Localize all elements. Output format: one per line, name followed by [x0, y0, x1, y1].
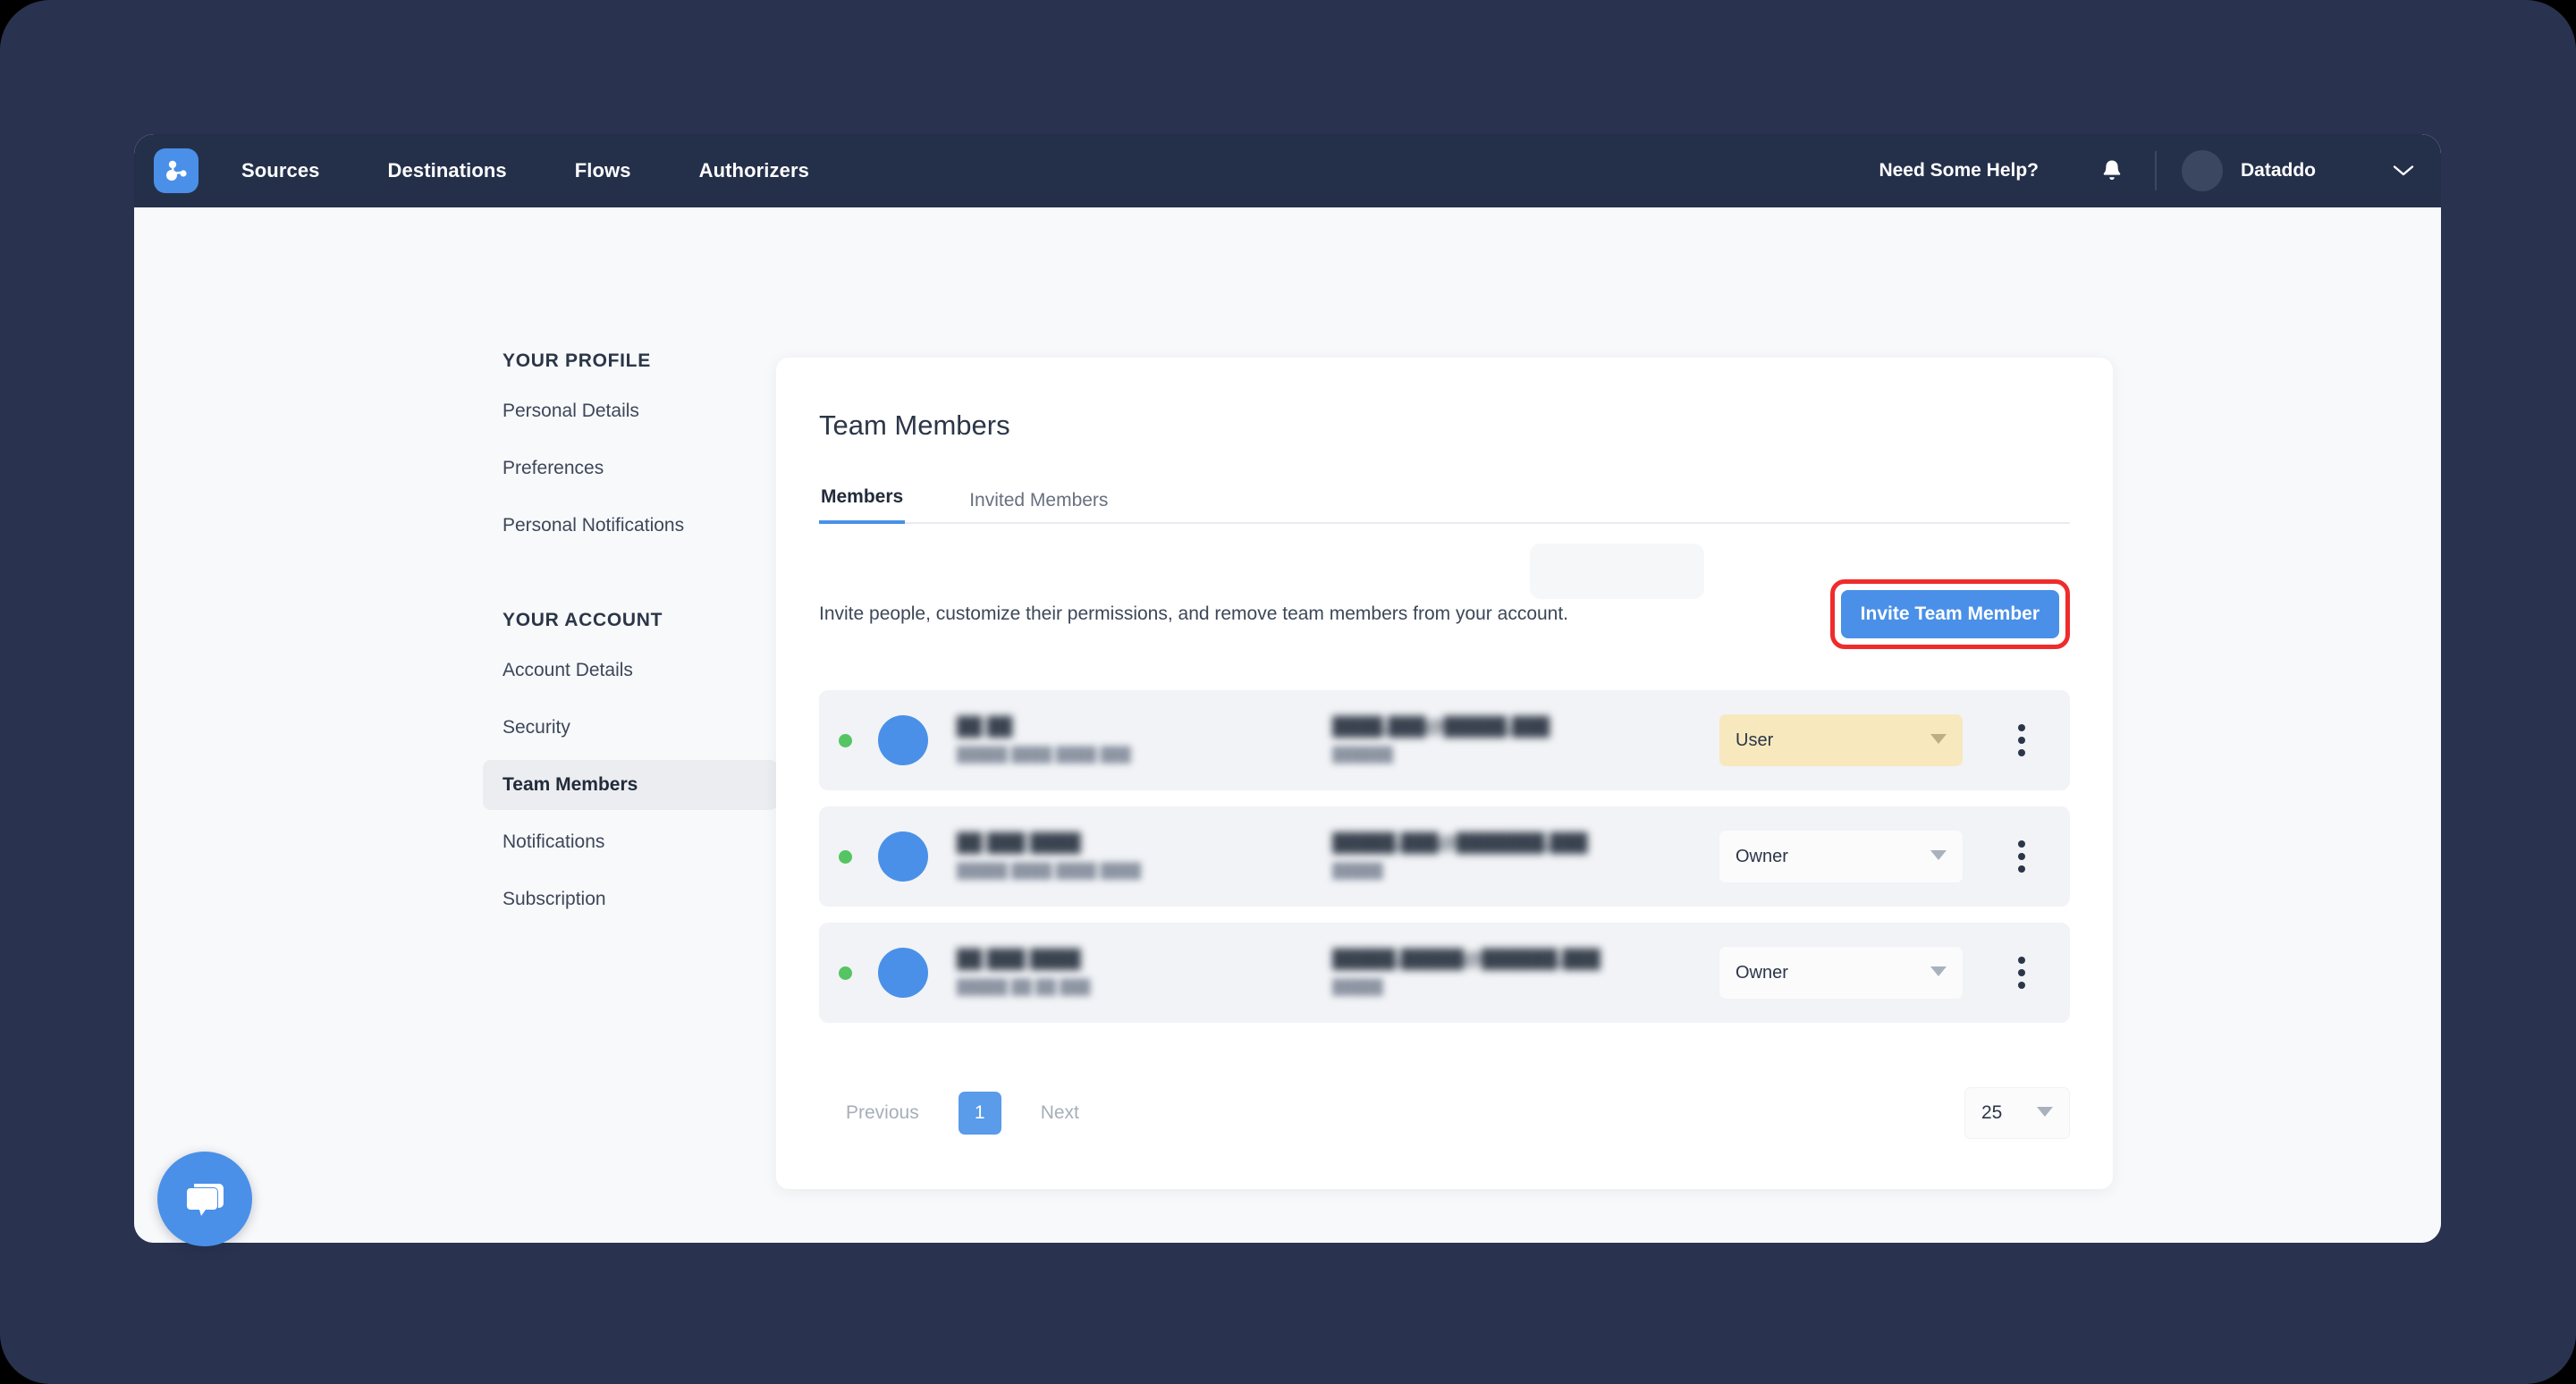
page-size-select[interactable]: 25 — [1964, 1087, 2070, 1139]
status-badge — [839, 849, 852, 864]
chevron-down-icon — [1930, 848, 1947, 865]
card-tabs: Members Invited Members — [819, 485, 2070, 524]
nav-link-authorizers[interactable]: Authorizers — [696, 159, 813, 182]
kebab-menu-icon — [2018, 840, 2025, 848]
kebab-menu-icon — [2018, 982, 2025, 989]
member-identity: ██ ██ █████ ████ ████ ███ — [957, 717, 1332, 764]
sidebar-item-team-members[interactable]: Team Members — [483, 760, 778, 810]
description-row: Invite people, customize their permissio… — [819, 544, 2070, 649]
tab-invited-members[interactable]: Invited Members — [967, 490, 1110, 524]
member-list: ██ ██ █████ ████ ████ ███ ████.███@█████… — [819, 690, 2070, 1023]
chat-bubble-icon[interactable] — [157, 1152, 252, 1246]
kebab-menu-icon — [2018, 957, 2025, 964]
sidebar-item-security[interactable]: Security — [483, 703, 778, 753]
member-contact: █████.█████@██████.███ █████ — [1332, 949, 1717, 996]
section-title-your-account: YOUR ACCOUNT — [503, 610, 663, 630]
avatar — [878, 948, 928, 998]
settings-sidebar: YOUR PROFILE Personal Details Preference… — [483, 350, 778, 932]
role-value: Owner — [1736, 846, 1788, 866]
chevron-down-icon — [1930, 732, 1947, 748]
member-contact: █████.███@███████.███ █████ — [1332, 833, 1717, 880]
member-email: █████.███@███████.███ — [1332, 833, 1588, 853]
description-text: Invite people, customize their permissio… — [819, 603, 1569, 624]
member-name: ██ ██ — [957, 717, 1013, 737]
member-identity: ██ ███ ████ █████ ██ ██ ███ — [957, 949, 1332, 996]
member-subtitle: █████ ██ ██ ███ — [957, 980, 1091, 995]
page-body: YOUR PROFILE Personal Details Preference… — [134, 207, 2441, 1243]
role-select[interactable]: Owner — [1719, 947, 1963, 999]
role-value: Owner — [1736, 962, 1788, 983]
app-window: Sources Destinations Flows Authorizers N… — [134, 134, 2441, 1243]
row-menu-button[interactable] — [1997, 715, 2047, 765]
member-email: ████.███@█████.███ — [1332, 717, 1550, 737]
top-navbar: Sources Destinations Flows Authorizers N… — [134, 134, 2441, 207]
kebab-menu-icon — [2018, 853, 2025, 860]
avatar — [2182, 150, 2223, 191]
datoddo-logo-icon[interactable] — [154, 148, 198, 193]
member-contact: ████.███@█████.███ ██████ — [1332, 717, 1717, 764]
sidebar-item-personal-notifications[interactable]: Personal Notifications — [483, 501, 778, 551]
loading-placeholder — [1530, 544, 1704, 599]
avatar — [878, 831, 928, 882]
nav-link-flows[interactable]: Flows — [571, 159, 635, 182]
role-select[interactable]: Owner — [1719, 831, 1963, 882]
bell-icon[interactable] — [2096, 153, 2128, 189]
nav-link-destinations[interactable]: Destinations — [384, 159, 511, 182]
row-menu-button[interactable] — [1997, 831, 2047, 882]
member-name: ██ ███ ████ — [957, 833, 1081, 853]
table-row[interactable]: ██ ██ █████ ████ ████ ███ ████.███@█████… — [819, 690, 2070, 790]
member-phone: █████ — [1332, 980, 1383, 995]
page-number-1[interactable]: 1 — [958, 1092, 1001, 1135]
role-value: User — [1736, 730, 1774, 750]
table-row[interactable]: ██ ███ ████ █████ ██ ██ ███ █████.█████@… — [819, 923, 2070, 1023]
kebab-menu-icon — [2018, 865, 2025, 873]
page-title: Team Members — [819, 409, 1010, 441]
row-menu-button[interactable] — [1997, 948, 2047, 998]
navbar-right: Need Some Help? Dataddo — [1879, 150, 2441, 191]
tab-members[interactable]: Members — [819, 486, 906, 524]
status-badge — [839, 733, 852, 747]
need-help-link[interactable]: Need Some Help? — [1879, 160, 2039, 181]
invite-team-member-button[interactable]: Invite Team Member — [1840, 590, 2059, 638]
page-size-value: 25 — [1981, 1102, 2003, 1123]
account-menu[interactable]: Dataddo — [2182, 150, 2316, 191]
member-identity: ██ ███ ████ █████ ████ ████ ████ — [957, 833, 1332, 880]
table-row[interactable]: ██ ███ ████ █████ ████ ████ ████ █████.█… — [819, 806, 2070, 907]
role-select[interactable]: User — [1719, 714, 1963, 766]
sidebar-item-account-details[interactable]: Account Details — [483, 646, 778, 696]
nav-link-sources[interactable]: Sources — [238, 159, 324, 182]
sidebar-item-preferences[interactable]: Preferences — [483, 443, 778, 494]
member-phone: █████ — [1332, 864, 1383, 879]
kebab-menu-icon — [2018, 969, 2025, 976]
sidebar-item-subscription[interactable]: Subscription — [483, 874, 778, 924]
kebab-menu-icon — [2018, 749, 2025, 756]
navbar-left: Sources Destinations Flows Authorizers — [134, 148, 874, 193]
chevron-down-icon[interactable] — [2393, 165, 2414, 177]
avatar — [878, 715, 928, 765]
member-subtitle: █████ ████ ████ ████ — [957, 864, 1142, 879]
member-subtitle: █████ ████ ████ ███ — [957, 747, 1131, 763]
team-members-card: Team Members Members Invited Members Inv… — [776, 358, 2113, 1189]
chevron-down-icon — [2037, 1105, 2053, 1121]
next-page-button[interactable]: Next — [1034, 1102, 1086, 1124]
account-name: Dataddo — [2241, 160, 2316, 181]
kebab-menu-icon — [2018, 724, 2025, 731]
pagination: Previous 1 Next 25 — [819, 1087, 2070, 1139]
kebab-menu-icon — [2018, 737, 2025, 744]
section-title-your-profile: YOUR PROFILE — [503, 350, 651, 371]
status-badge — [839, 966, 852, 980]
sidebar-item-notifications[interactable]: Notifications — [483, 817, 778, 867]
sidebar-item-personal-details[interactable]: Personal Details — [483, 386, 778, 436]
navbar-divider — [2155, 151, 2157, 190]
member-email: █████.█████@██████.███ — [1332, 949, 1600, 969]
member-name: ██ ███ ████ — [957, 949, 1081, 969]
invite-button-highlight: Invite Team Member — [1829, 579, 2070, 649]
primary-nav-links: Sources Destinations Flows Authorizers — [238, 159, 874, 182]
chevron-down-icon — [1930, 965, 1947, 981]
screen-backdrop: Sources Destinations Flows Authorizers N… — [0, 0, 2576, 1384]
member-phone: ██████ — [1332, 747, 1394, 763]
previous-page-button[interactable]: Previous — [839, 1102, 926, 1124]
